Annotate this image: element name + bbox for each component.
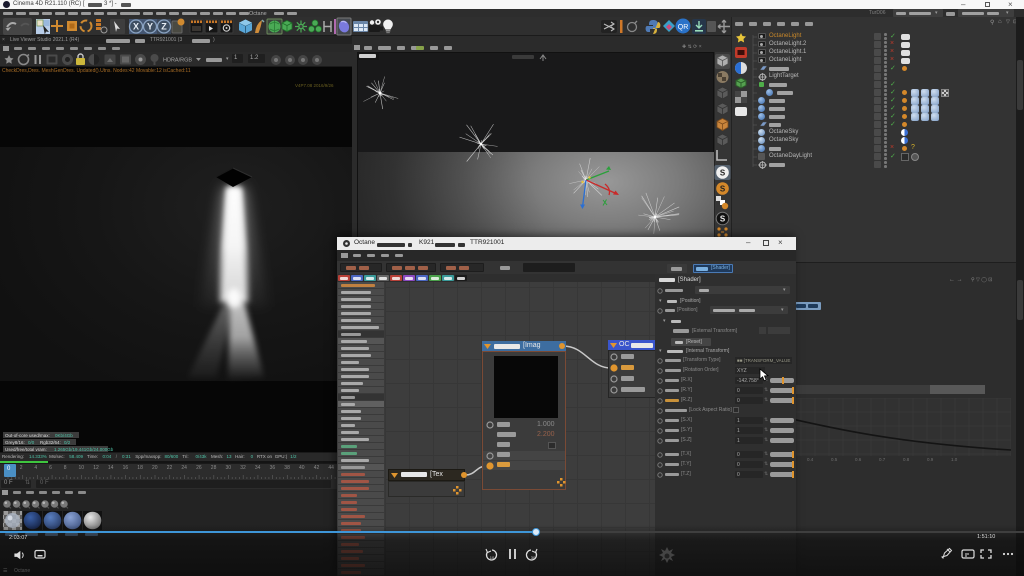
svg-text:S: S [720,215,726,224]
svg-text:30: 30 [531,555,536,560]
svg-text:Y: Y [147,22,153,32]
svg-text:QR: QR [678,24,689,31]
svg-text:10: 10 [490,555,495,560]
svg-text:HDRA/RGB: HDRA/RGB [163,58,192,64]
svg-text:Z: Z [161,22,167,32]
svg-text:S: S [720,185,726,194]
svg-text:X: X [133,22,139,32]
svg-text:S: S [720,169,726,178]
